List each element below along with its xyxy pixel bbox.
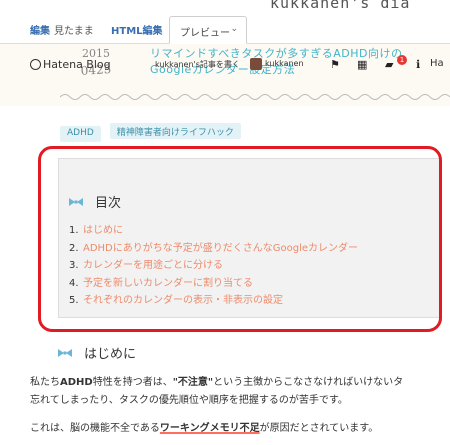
user-name[interactable]: kukkanen — [265, 59, 304, 68]
bold-text: ADHD — [60, 377, 93, 388]
notification-badge: 1 — [397, 55, 407, 65]
avatar[interactable] — [250, 58, 262, 70]
wave-divider — [60, 94, 450, 100]
paragraph-line: 私たちADHD特性を持つ者は、"不注意"という主徴からこなさなければいけないタ — [30, 374, 403, 392]
tab-preview[interactable]: プレビュー ⌄ — [169, 16, 247, 44]
bold-text: "不注意" — [172, 377, 214, 388]
hatena-logo-icon — [30, 59, 41, 70]
highlighted-text: ワーキングメモリ不足 — [159, 423, 260, 434]
hatena-logo-text: Hatena Blog — [43, 58, 111, 71]
paragraph: これは、脳の機能不全であるワーキングメモリ不足が原因だとされています。 — [30, 420, 378, 438]
tag-lifehack[interactable]: 精神障害者向けライフハック — [109, 123, 241, 139]
hatena-menu-text[interactable]: Ha — [430, 58, 444, 69]
tab-wysiwyg[interactable]: 見たまま — [54, 22, 94, 37]
text-span: が原因だとされています。 — [259, 423, 379, 434]
text-span: 特性を持つ者は、 — [92, 377, 173, 388]
tab-edit[interactable]: 編集 — [30, 22, 50, 37]
write-article-link[interactable]: kukkanen's記事を書く — [155, 59, 240, 70]
hatena-global-bar: Hatena Blog kukkanen's記事を書く kukkanen ⚑ ▦… — [0, 55, 450, 76]
notification-icon[interactable]: ▰ — [385, 58, 393, 71]
section-heading: はじめに — [58, 343, 136, 362]
paragraph: 私たちADHD特性を持つ者は、"不注意"という主徴からこなさなければいけないタ … — [30, 374, 403, 410]
text-span: 私たち — [30, 377, 60, 388]
grid-icon[interactable]: ▦ — [357, 58, 367, 71]
blog-header: 2015 0425 リマインドすべきタスクが多すぎるADHD向けの Google… — [0, 44, 450, 106]
header-decoration-text: kukkanen's dia — [270, 0, 411, 12]
bookmark-icon[interactable]: ⚑ — [330, 58, 340, 71]
text-span: という主徴からこなさなければいけないタ — [213, 377, 404, 388]
bow-tie-icon — [58, 349, 72, 357]
tab-html-edit[interactable]: HTML編集 — [111, 22, 163, 37]
highlight-outline — [38, 146, 442, 332]
info-icon[interactable]: ℹ — [416, 58, 420, 71]
hatena-blog-logo[interactable]: Hatena Blog — [30, 58, 111, 71]
text-span: これは、脳の機能不全である — [30, 423, 160, 434]
chevron-down-icon: ⌄ — [230, 24, 238, 34]
tab-preview-label: プレビュー — [180, 28, 230, 39]
paragraph-line: 忘れてしまったり、タスクの優先順位や順序を把握するのが苦手です。 — [30, 395, 348, 406]
section-heading-text: はじめに — [84, 347, 137, 362]
editor-mode-bar: kukkanen's dia 編集 見たまま HTML編集 プレビュー ⌄ — [0, 0, 450, 44]
tag-adhd[interactable]: ADHD — [60, 126, 101, 142]
tag-list: ADHD 精神障害者向けライフハック — [60, 120, 245, 142]
